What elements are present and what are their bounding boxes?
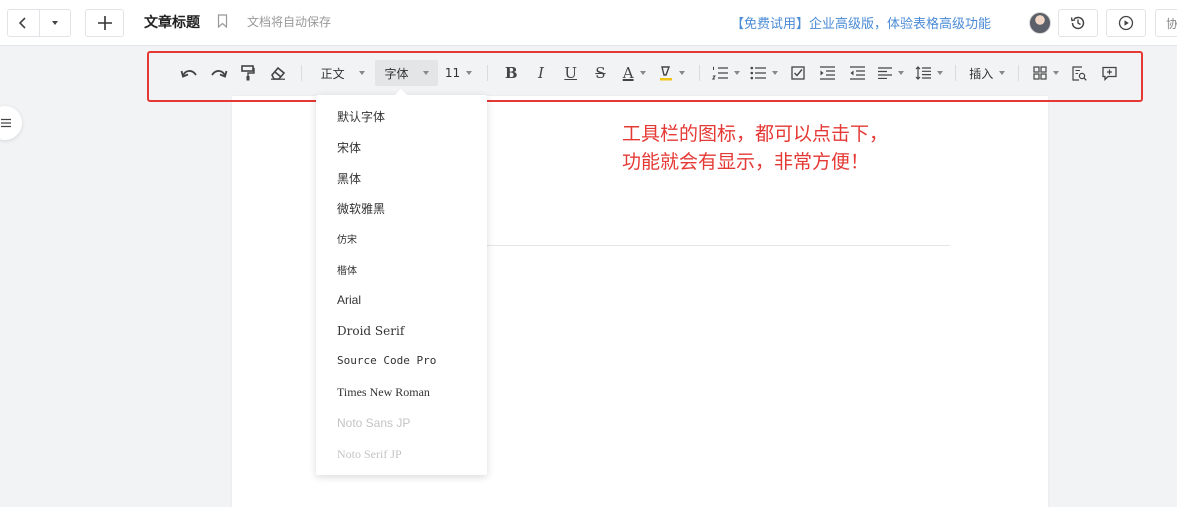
font-size-label: 11 (444, 66, 461, 80)
font-family-select[interactable]: 字体 (375, 60, 438, 86)
format-painter-button[interactable] (233, 61, 263, 85)
play-circle-icon (1118, 15, 1134, 31)
formatting-toolbar: 正文 字体 11 B I U S A 插入 (174, 58, 1124, 88)
font-option: Noto Sans JP (337, 416, 411, 430)
redo-icon (210, 70, 227, 78)
present-button[interactable] (1106, 9, 1146, 37)
font-option: Noto Serif JP (337, 446, 402, 461)
top-bar: 文章标题 文档将自动保存 【免费试用】企业高级版，体验表格高级功能 协 (0, 0, 1177, 46)
outline-toggle-button[interactable] (0, 106, 22, 140)
font-option[interactable]: 楷体 (337, 262, 357, 277)
underline-button[interactable]: U (556, 61, 586, 85)
font-option[interactable]: 黑体 (337, 170, 361, 187)
align-button[interactable] (872, 61, 910, 85)
caret-down-icon (358, 71, 365, 75)
history-button[interactable] (1058, 9, 1098, 37)
bullet-list-button[interactable] (745, 61, 783, 85)
bookmark-icon[interactable] (217, 14, 228, 32)
grid-icon (1033, 66, 1047, 80)
undo-icon (180, 70, 197, 78)
history-icon (1070, 16, 1085, 30)
font-option[interactable]: 仿宋 (337, 231, 357, 246)
font-size-select[interactable]: 11 (438, 61, 480, 85)
new-document-button[interactable] (85, 9, 124, 37)
align-left-icon (877, 67, 892, 79)
bold-button[interactable]: B (496, 61, 526, 85)
nav-dropdown-button[interactable] (38, 10, 70, 36)
indent-decrease-button[interactable] (842, 61, 872, 85)
ordered-list-icon (712, 66, 729, 80)
annotation-line: 功能就会有显示，非常方便！ (622, 151, 870, 173)
undo-button[interactable] (174, 61, 204, 85)
paragraph-style-label: 正文 (320, 66, 345, 81)
toolbar-separator (1017, 65, 1019, 81)
redo-button[interactable] (204, 61, 234, 85)
dropdown-arrow (395, 89, 407, 95)
indent-increase-icon (820, 66, 835, 80)
promo-link[interactable]: 【免费试用】企业高级版，体验表格高级功能 (731, 13, 991, 32)
eraser-icon (271, 66, 286, 80)
font-option[interactable]: Droid Serif (337, 324, 404, 338)
avatar[interactable] (1029, 12, 1051, 34)
indent-decrease-icon (849, 66, 865, 80)
title-divider (487, 245, 950, 246)
document-title[interactable]: 文章标题 (144, 12, 200, 32)
font-family-label: 字体 (384, 66, 409, 81)
annotation-note: 工具栏的图标，都可以点击下， 功能就会有显示，非常方便！ (622, 120, 888, 176)
caret-down-icon (51, 21, 58, 25)
clear-format-button[interactable] (263, 61, 293, 85)
menu-icon (1, 118, 11, 128)
font-color-label: A (622, 64, 634, 82)
plus-icon (97, 16, 112, 30)
find-replace-button[interactable] (1065, 61, 1095, 85)
comment-button[interactable] (1094, 61, 1124, 85)
back-button[interactable] (8, 10, 39, 36)
caret-down-icon (422, 71, 429, 75)
line-height-icon (915, 66, 931, 80)
strikethrough-button[interactable]: S (586, 61, 616, 85)
font-color-button[interactable]: A (615, 61, 653, 85)
document-search-icon (1072, 65, 1087, 81)
autosave-status: 文档将自动保存 (247, 15, 332, 29)
nav-group (7, 9, 71, 37)
italic-button[interactable]: I (526, 61, 556, 85)
paragraph-style-select[interactable]: 正文 (310, 61, 375, 85)
bullet-list-icon (750, 66, 767, 80)
caret-down-icon (734, 71, 741, 75)
font-option[interactable]: Arial (337, 293, 361, 307)
comment-icon (1102, 66, 1117, 81)
annotation-line: 工具栏的图标，都可以点击下， (622, 123, 889, 145)
chevron-left-icon (19, 17, 27, 29)
insert-menu-button[interactable]: 插入 (964, 61, 1010, 85)
task-list-button[interactable] (783, 61, 813, 85)
font-family-dropdown: 默认字体宋体黑体微软雅黑仿宋楷体 Arial Droid Serif Source C… (316, 89, 487, 475)
font-option[interactable]: Source Code Pro (337, 354, 436, 367)
line-height-button[interactable] (910, 61, 948, 85)
toolbar-separator (300, 65, 302, 81)
collaborate-button[interactable]: 协 (1155, 9, 1177, 37)
ordered-list-button[interactable] (708, 61, 746, 85)
font-option[interactable]: 微软雅黑 (337, 200, 385, 217)
highlighter-icon (659, 66, 672, 81)
caret-down-icon (772, 71, 779, 75)
highlight-color-button[interactable] (653, 61, 691, 85)
caret-down-icon (466, 71, 473, 75)
font-option[interactable]: 宋体 (337, 139, 361, 156)
insert-label: 插入 (969, 66, 994, 81)
caret-down-icon (678, 71, 685, 75)
indent-increase-button[interactable] (813, 61, 843, 85)
toolbar-separator (955, 65, 957, 81)
toolbar-separator (487, 65, 489, 81)
format-painter-icon (241, 65, 256, 81)
caret-down-icon (999, 71, 1006, 75)
font-option[interactable]: 默认字体 (337, 108, 385, 125)
toolbar-separator (698, 65, 700, 81)
font-option[interactable]: Times New Roman (337, 385, 430, 400)
caret-down-icon (639, 71, 646, 75)
caret-down-icon (936, 71, 943, 75)
caret-down-icon (1052, 71, 1059, 75)
checkbox-icon (791, 66, 805, 80)
apps-button[interactable] (1027, 61, 1065, 85)
caret-down-icon (897, 71, 904, 75)
